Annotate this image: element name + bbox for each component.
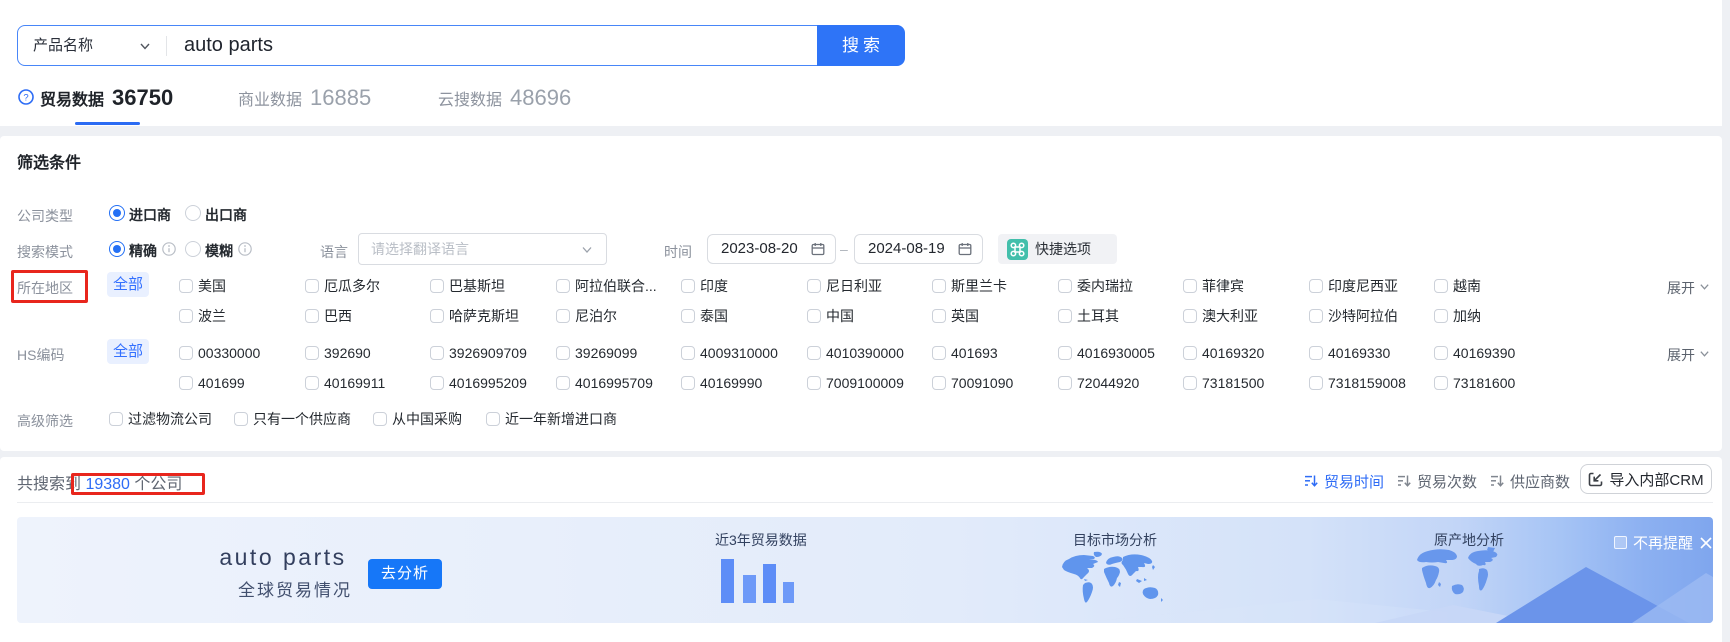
svg-text:?: ? xyxy=(23,92,28,103)
